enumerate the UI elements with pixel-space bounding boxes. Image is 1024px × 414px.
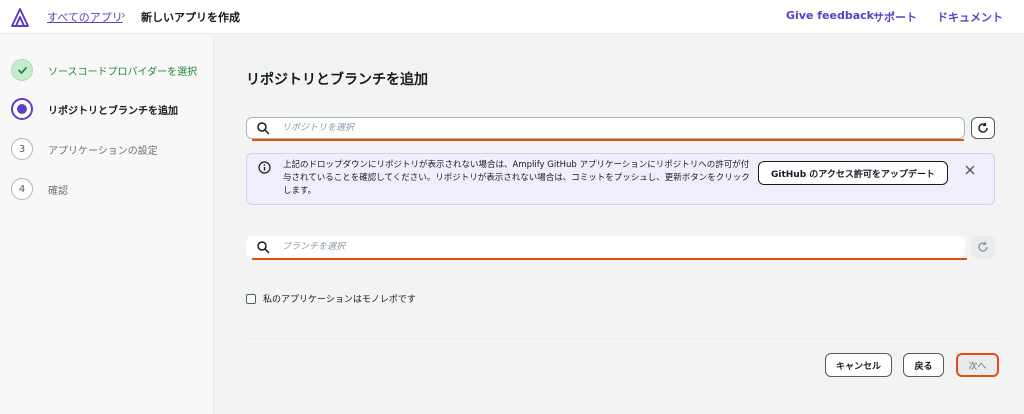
back-button[interactable]: 戻る — [903, 353, 944, 377]
step-number: 3 — [11, 138, 33, 160]
amplify-logo-icon[interactable] — [10, 6, 32, 28]
breadcrumb-current: 新しいアプリを作成 — [141, 11, 240, 24]
monorepo-checkbox[interactable] — [246, 293, 256, 304]
highlight-underline — [252, 258, 967, 260]
refresh-repositories-button[interactable] — [971, 117, 995, 139]
step-add-repo-branch[interactable]: リポジトリとブランチを追加 — [11, 97, 178, 121]
search-icon — [257, 241, 270, 254]
step-app-settings: 3 アプリケーションの設定 — [11, 137, 158, 161]
give-feedback-link[interactable]: Give feedback — [786, 9, 874, 22]
info-message: 上記のドロップダウンにリポジトリが表示されない場合は、Amplify GitHu… — [283, 160, 750, 196]
divider — [246, 338, 998, 339]
step-number: 4 — [11, 178, 33, 200]
monorepo-option[interactable]: 私のアプリケーションはモノレポです — [246, 292, 416, 305]
step-review: 4 確認 — [11, 177, 68, 201]
update-github-permissions-button[interactable]: GitHub のアクセス許可をアップデート — [758, 161, 948, 185]
step-label: アプリケーションの設定 — [48, 145, 158, 157]
info-icon — [258, 161, 271, 174]
support-link[interactable]: サポート — [873, 9, 917, 25]
step-label: 確認 — [48, 185, 68, 197]
repository-select[interactable] — [246, 117, 965, 139]
step-select-source-provider[interactable]: ソースコードプロバイダーを選択 — [11, 58, 197, 82]
breadcrumb-all-apps-link[interactable]: すべてのアプリ — [47, 9, 123, 25]
breadcrumb-separator: › — [121, 8, 126, 22]
search-icon — [257, 122, 270, 135]
step-label: ソースコードプロバイダーを選択 — [48, 66, 198, 78]
cancel-button[interactable]: キャンセル — [825, 353, 892, 377]
branch-search-input[interactable] — [282, 242, 892, 252]
branch-select[interactable] — [246, 236, 965, 258]
next-button[interactable]: 次へ — [956, 353, 999, 377]
step-complete-check-icon — [11, 59, 33, 81]
refresh-branches-button[interactable] — [971, 236, 995, 258]
top-navigation-bar: すべてのアプリ › 新しいアプリを作成 Give feedback サポート ド… — [0, 0, 1024, 34]
repository-search-input[interactable] — [282, 123, 892, 133]
close-icon[interactable] — [964, 164, 976, 176]
documentation-link[interactable]: ドキュメント — [937, 9, 1003, 25]
monorepo-label: 私のアプリケーションはモノレポです — [263, 295, 416, 305]
refresh-icon — [978, 122, 988, 133]
main-content: リポジトリとブランチを追加 上記のドロップダウンにリポジトリが表示されない場合は… — [215, 35, 1024, 414]
wizard-steps-sidebar: ソースコードプロバイダーを選択 リポジトリとブランチを追加 3 アプリケーション… — [0, 35, 214, 414]
page-title: リポジトリとブランチを追加 — [246, 72, 428, 88]
refresh-icon — [978, 241, 988, 252]
highlight-underline — [252, 139, 964, 141]
step-current-indicator-icon — [11, 98, 33, 120]
step-label: リポジトリとブランチを追加 — [48, 105, 178, 117]
github-permissions-info-alert: 上記のドロップダウンにリポジトリが表示されない場合は、Amplify GitHu… — [246, 153, 995, 205]
